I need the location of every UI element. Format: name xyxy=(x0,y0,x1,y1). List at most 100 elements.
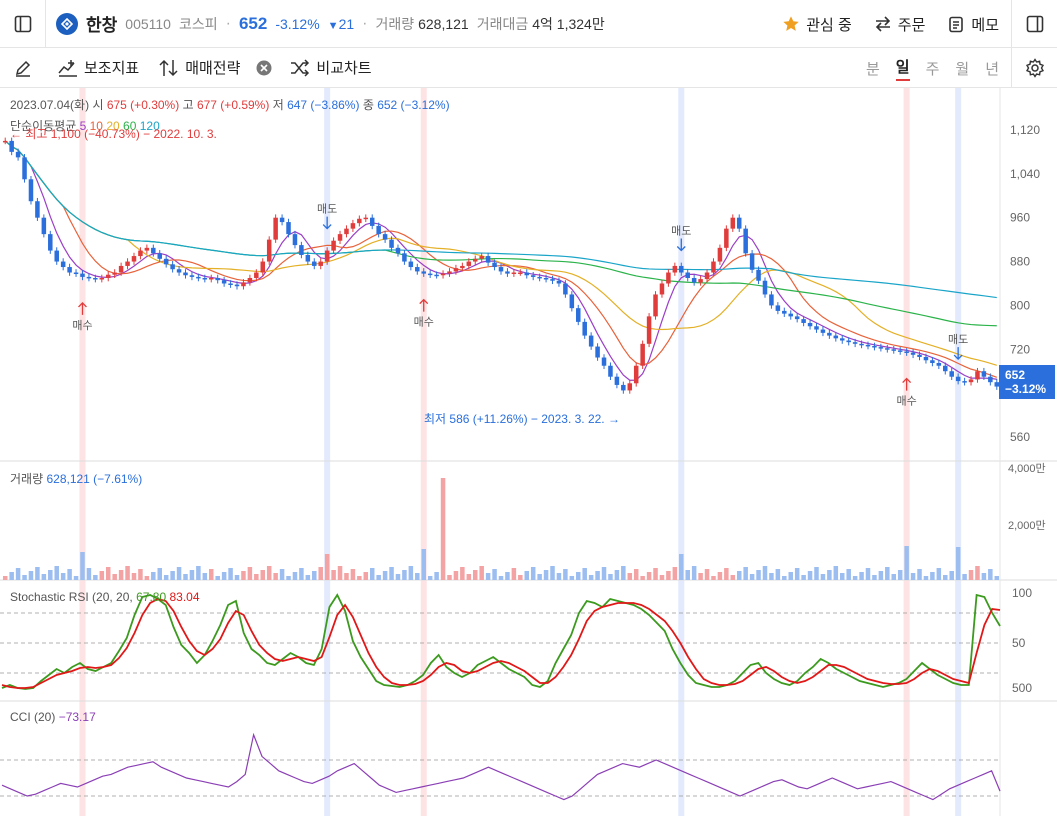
market-name: 코스피 xyxy=(178,15,218,32)
candle-body xyxy=(717,247,723,262)
right-panel-toggle-button[interactable] xyxy=(1011,0,1057,48)
volume-bar xyxy=(305,575,311,580)
volume-bar xyxy=(382,571,388,580)
candle-body xyxy=(221,280,227,284)
star-icon xyxy=(783,16,799,31)
stoch-k-line xyxy=(1,593,1001,690)
volume-bar xyxy=(202,573,208,580)
volume-bar xyxy=(852,576,858,580)
candle-body xyxy=(569,294,575,309)
candle-body xyxy=(408,261,414,268)
strategy-close-button[interactable] xyxy=(256,60,272,76)
candle-body xyxy=(749,253,755,270)
change-amount: 21 xyxy=(338,15,355,32)
candle-body xyxy=(260,261,266,273)
sell-signal-label: 매도 xyxy=(317,203,337,216)
compare-button[interactable]: 비교차트 xyxy=(290,57,372,78)
candle-body xyxy=(369,217,375,226)
volume-bar xyxy=(975,566,980,580)
candle-body xyxy=(15,151,21,158)
candle-body xyxy=(801,319,806,323)
candle-body xyxy=(312,261,317,266)
chart-canvas[interactable]: 1,1201,040960880800720640560매수매수매수매수매수매수… xyxy=(0,88,1057,816)
max-price-note: ← 최고 1,100 (−40.73%) − 2022. 10. 3. xyxy=(10,127,217,141)
volume-bar xyxy=(183,574,188,580)
candle-body xyxy=(112,272,117,275)
volume-bar xyxy=(955,547,961,580)
period-year[interactable]: 년 xyxy=(985,58,999,79)
volume-bar xyxy=(865,568,871,580)
volume-bar xyxy=(9,572,14,580)
candle-body xyxy=(344,228,349,235)
strategy-button[interactable]: 매매전략 xyxy=(159,57,240,78)
panel-right-icon xyxy=(1026,15,1043,33)
candle-body xyxy=(627,383,633,391)
volume-bar xyxy=(99,571,105,580)
period-week[interactable]: 주 xyxy=(926,58,940,79)
watch-label: 관심 중 xyxy=(806,16,852,34)
watch-button[interactable]: 관심 중 xyxy=(782,14,852,35)
volume-bar xyxy=(247,567,253,580)
candle-body xyxy=(492,262,497,268)
volume-bar xyxy=(479,566,484,580)
candle-body xyxy=(305,254,311,262)
volume-bar xyxy=(266,566,272,580)
indicators-button[interactable]: 보조지표 xyxy=(58,57,139,78)
candle-body xyxy=(859,343,864,346)
period-day[interactable]: 일 xyxy=(895,56,910,81)
volume-bar xyxy=(621,566,626,580)
sell-signal-label: 매도 xyxy=(671,225,691,238)
volume-bar xyxy=(666,571,671,580)
chart-area[interactable]: 1,1201,040960880800720640560매수매수매수매수매수매수… xyxy=(0,88,1057,816)
gear-icon xyxy=(1025,58,1044,78)
volume-bar xyxy=(994,576,1000,580)
memo-button[interactable]: 메모 xyxy=(947,14,999,35)
candle-body xyxy=(672,265,678,273)
volume-bar xyxy=(498,576,504,580)
volume-bar xyxy=(460,567,465,580)
candle-body xyxy=(556,280,562,284)
volume-bar xyxy=(839,573,845,580)
candle-body xyxy=(28,179,34,202)
volume-bar xyxy=(943,575,948,580)
candle-body xyxy=(447,271,452,274)
volume-bar xyxy=(749,574,755,580)
badge-price: 652 xyxy=(1005,368,1026,382)
candle-body xyxy=(769,294,774,306)
volume-bar xyxy=(917,569,922,580)
volume-bar xyxy=(814,567,819,580)
candle-body xyxy=(363,217,369,220)
candle-body xyxy=(228,283,233,285)
sidebar-toggle-button[interactable] xyxy=(0,0,46,48)
candle-body xyxy=(711,261,716,273)
candle-body xyxy=(659,283,665,295)
period-minute[interactable]: 분 xyxy=(866,58,880,79)
draw-button[interactable] xyxy=(0,48,46,88)
volume-bar xyxy=(15,568,21,580)
volume-bar xyxy=(524,571,530,580)
candle-body xyxy=(273,217,278,240)
candle-body xyxy=(209,278,214,280)
volume-bar xyxy=(556,573,562,580)
volume-bar xyxy=(41,574,47,580)
separator-dot: · xyxy=(225,14,231,32)
volume-bar xyxy=(762,566,768,580)
candle-body xyxy=(582,321,587,336)
volume-bar xyxy=(131,573,137,580)
stock-name[interactable]: 한창 xyxy=(86,11,117,36)
volume-bar xyxy=(273,573,278,580)
chart-toolbar: 보조지표 매매전략 비교차트 분 일 주 월 년 xyxy=(0,48,1057,88)
cci-value: −73.17 xyxy=(58,710,96,724)
volume-bar xyxy=(125,566,130,580)
candle-body xyxy=(466,261,472,266)
high-value: 677 (+0.59%) xyxy=(196,98,270,112)
period-month[interactable]: 월 xyxy=(955,58,969,79)
candle-body xyxy=(80,273,85,277)
volume-bar xyxy=(337,566,343,580)
volume-bar xyxy=(35,567,40,580)
candle-body xyxy=(402,253,407,262)
volume-bar xyxy=(93,575,98,580)
order-button[interactable]: 주문 xyxy=(874,14,925,35)
chart-settings-button[interactable] xyxy=(1011,48,1057,88)
volume-bar xyxy=(582,568,587,580)
